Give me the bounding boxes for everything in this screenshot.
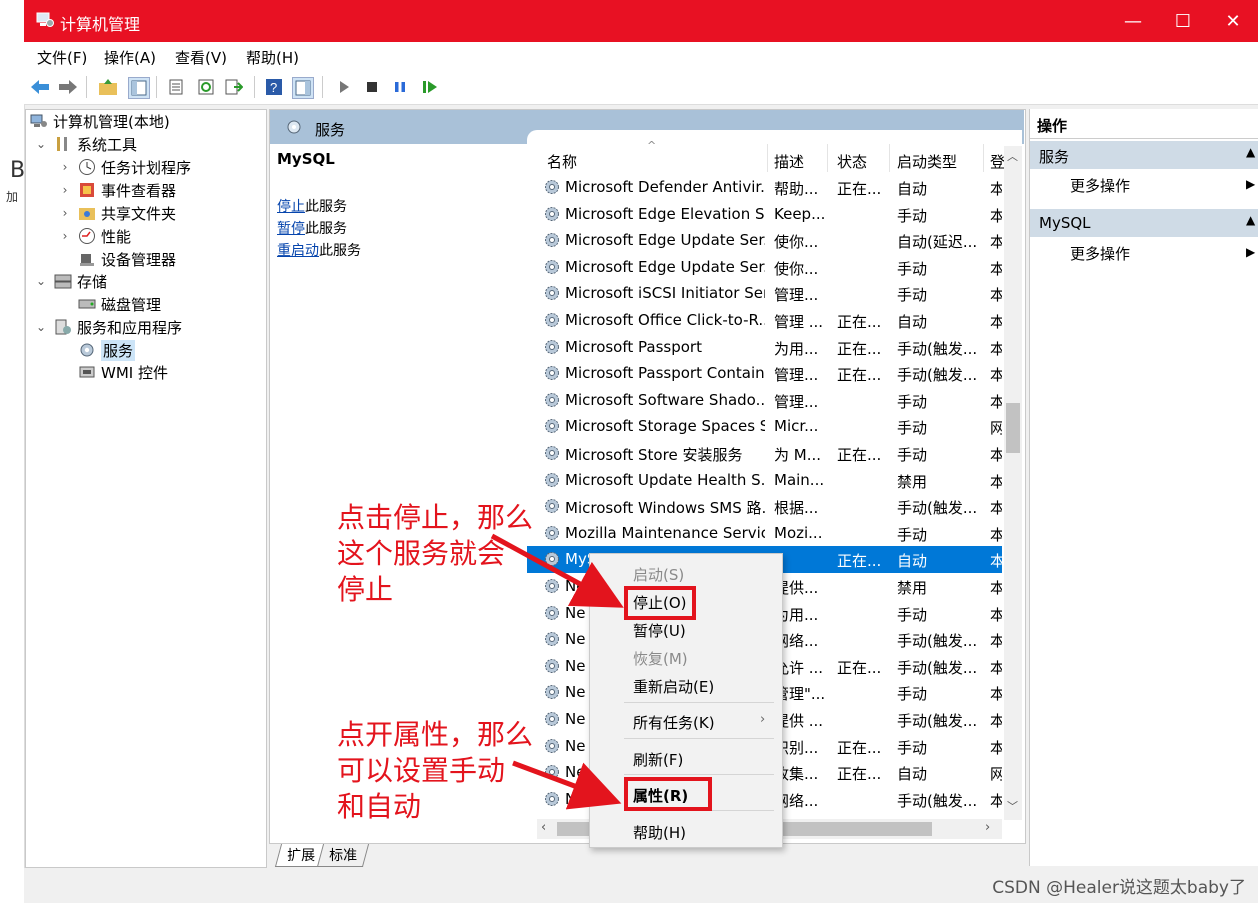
annotation-arrows [490,533,624,810]
watermark: CSDN @Healer说这题太baby了 [992,878,1246,898]
arrow-to-stop [490,533,624,608]
arrow-to-properties [512,760,622,810]
